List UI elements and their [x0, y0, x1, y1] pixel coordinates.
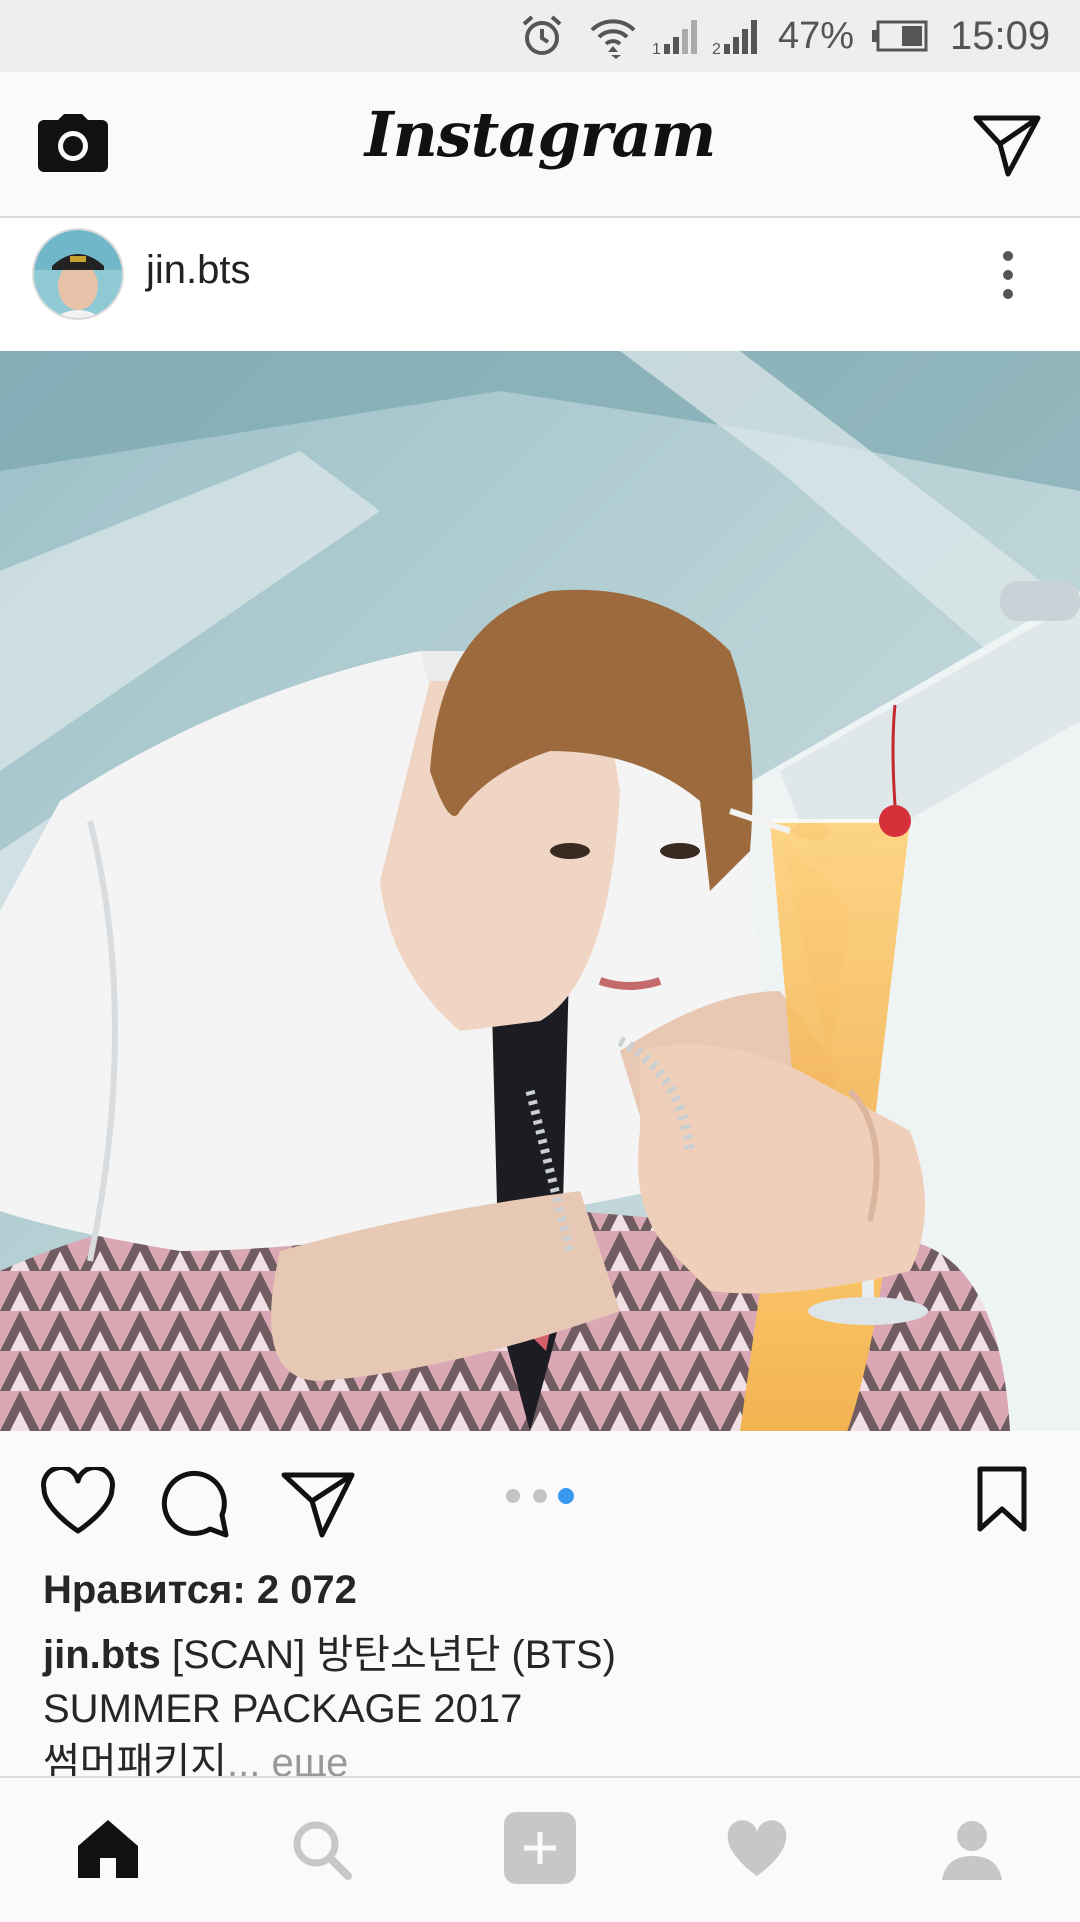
comment-icon[interactable] — [160, 1467, 232, 1539]
profile-icon[interactable] — [940, 1818, 1004, 1882]
svg-text:1: 1 — [652, 41, 661, 56]
battery-icon — [872, 20, 928, 52]
post-header: jin.bts — [0, 218, 1080, 350]
caption-username[interactable]: jin.bts — [43, 1633, 161, 1677]
caption-text-line2: SUMMER PACKAGE 2017 — [43, 1687, 523, 1731]
post-actions — [0, 1431, 1080, 1571]
carousel-dot-active — [558, 1488, 574, 1504]
activity-heart-icon[interactable] — [726, 1820, 788, 1878]
app-logo: Instagram — [364, 98, 717, 171]
add-post-icon[interactable] — [504, 1812, 576, 1884]
battery-percent: 47% — [778, 14, 855, 57]
app-header: Instagram — [0, 72, 1080, 218]
signal-icon: 1 — [652, 20, 697, 56]
caption-text-line1: [SCAN] 방탄소년단 (BTS) — [160, 1633, 616, 1677]
search-icon[interactable] — [290, 1818, 354, 1882]
more-options-icon[interactable] — [1000, 250, 1016, 300]
signal-icon: 2 — [712, 20, 757, 56]
wifi-icon — [590, 19, 636, 59]
svg-text:2: 2 — [712, 41, 721, 56]
carousel-dot — [533, 1489, 547, 1503]
likes-count[interactable]: Нравится: 2 072 — [43, 1568, 357, 1613]
heart-icon[interactable] — [40, 1467, 116, 1537]
carousel-dot — [506, 1489, 520, 1503]
share-icon[interactable] — [280, 1469, 356, 1539]
post-photo[interactable] — [0, 351, 1080, 1431]
home-icon[interactable] — [76, 1818, 140, 1880]
clock: 15:09 — [950, 13, 1051, 58]
post-username[interactable]: jin.bts — [146, 248, 251, 293]
bookmark-icon[interactable] — [976, 1465, 1028, 1535]
post-caption: jin.bts [SCAN] 방탄소년단 (BTS) SUMMER PACKAG… — [43, 1628, 1043, 1790]
direct-message-icon[interactable] — [972, 114, 1042, 178]
alarm-icon — [522, 15, 562, 55]
status-bar: 1 2 47% 15:09 — [0, 0, 1080, 72]
bottom-navigation — [0, 1776, 1080, 1922]
avatar[interactable] — [32, 228, 124, 320]
